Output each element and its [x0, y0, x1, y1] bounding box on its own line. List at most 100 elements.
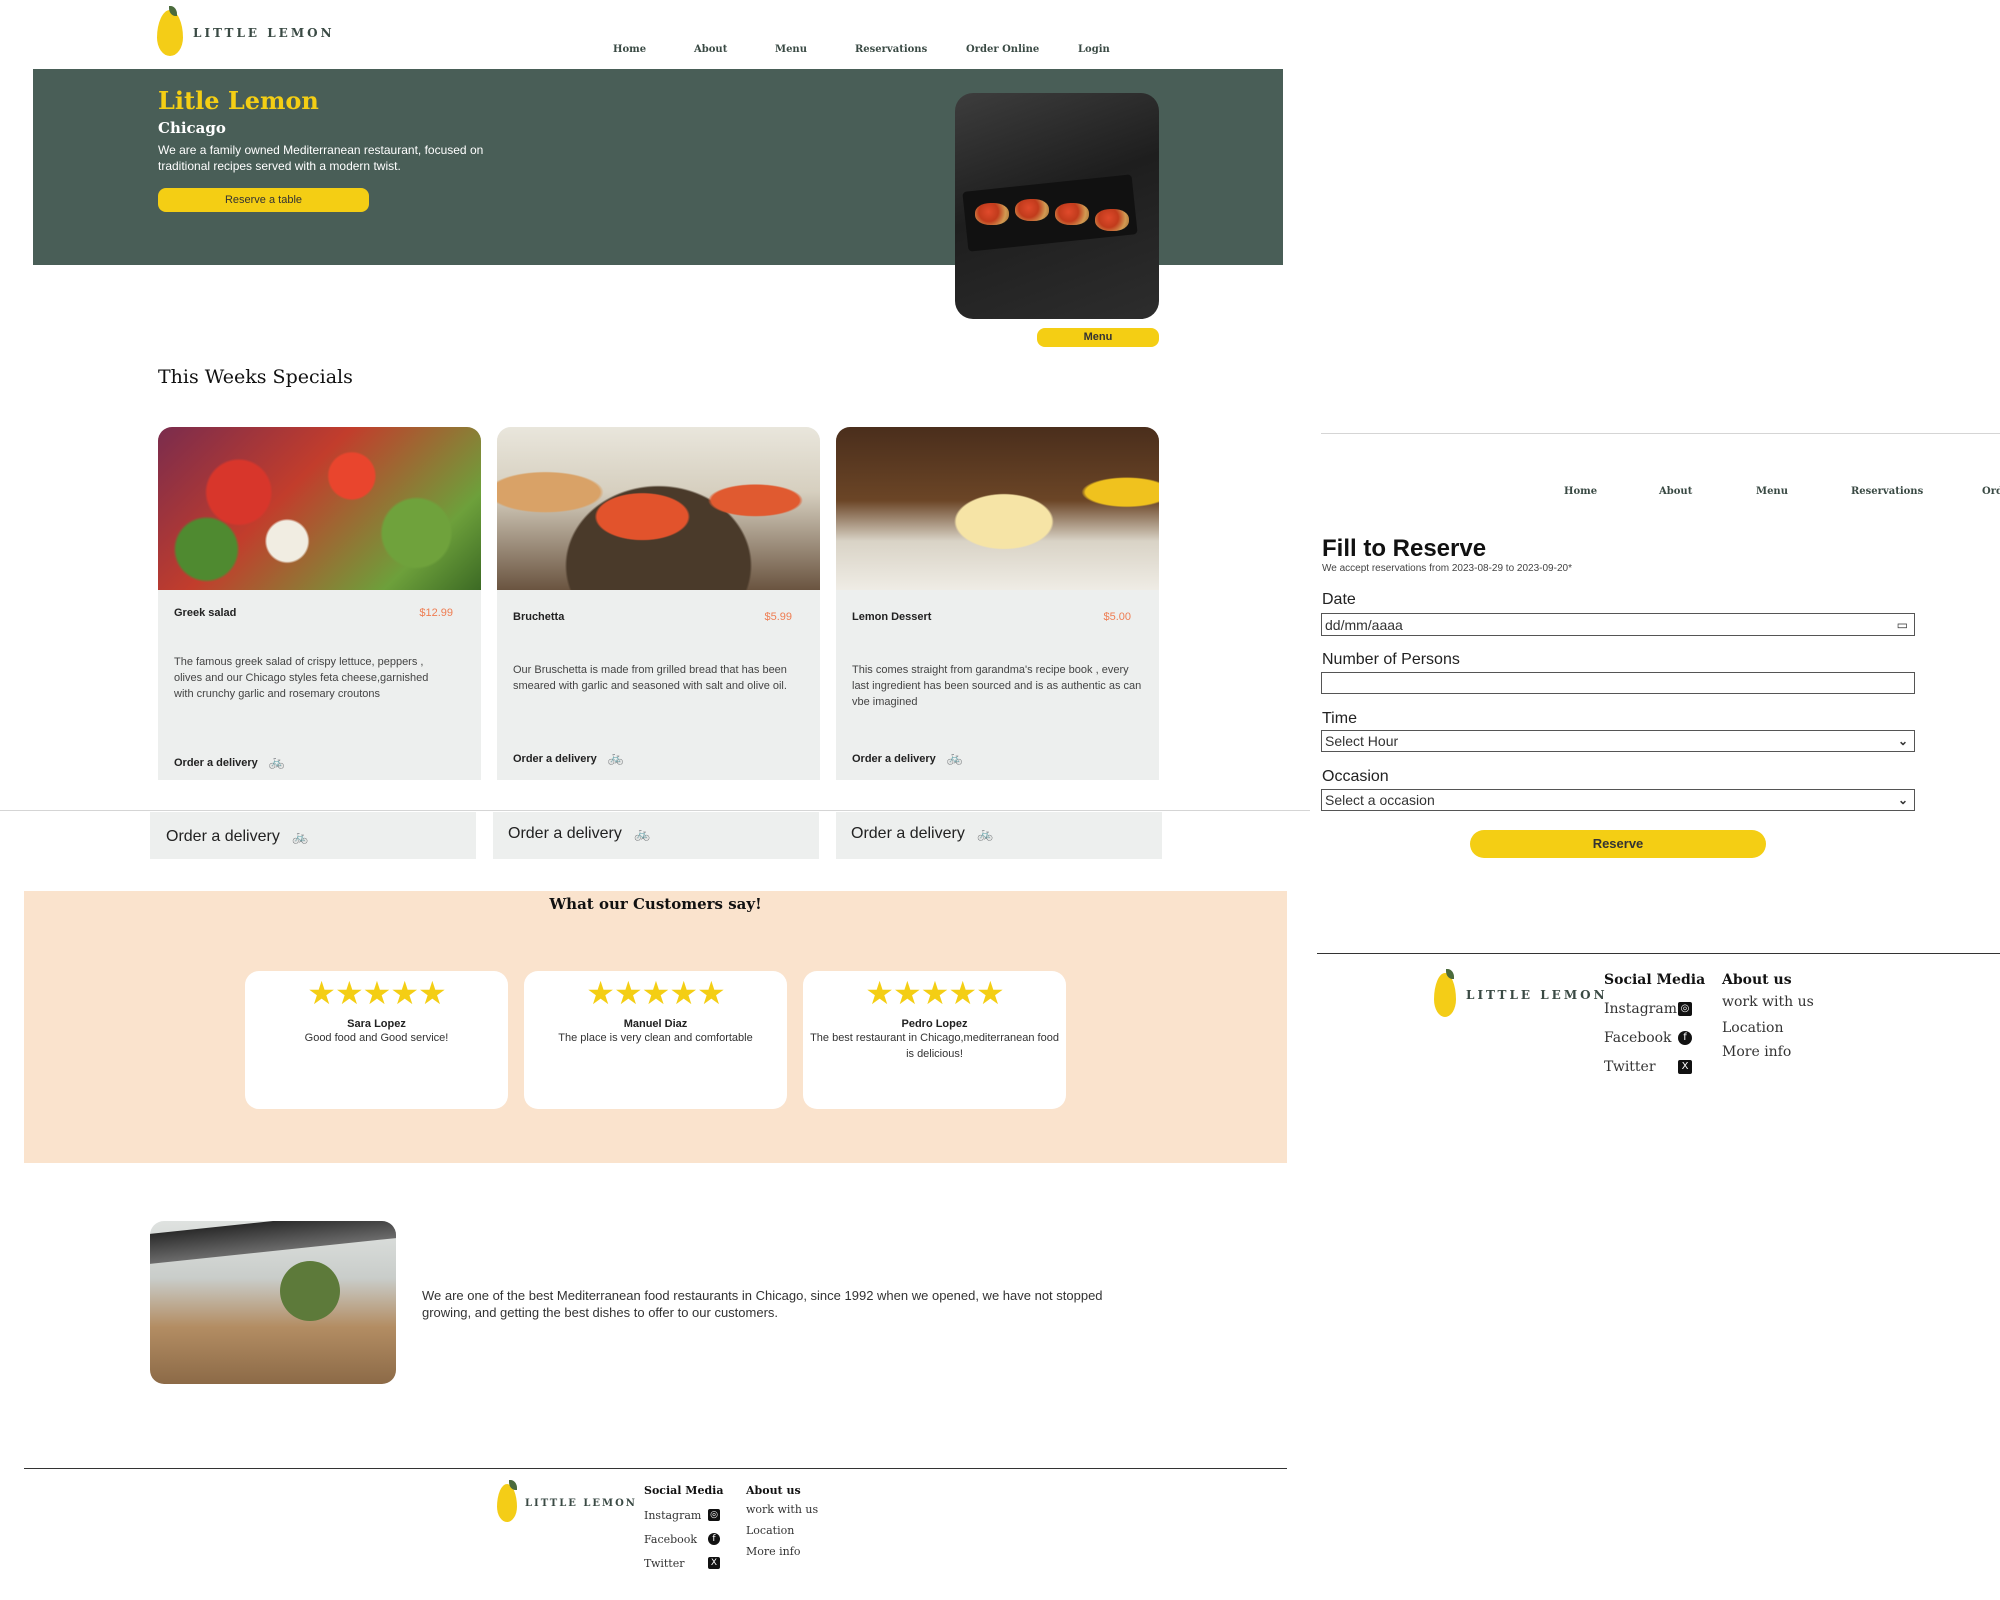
order-strip-1[interactable]: Order a delivery 🚲 — [150, 812, 476, 859]
nav-about[interactable]: About — [1659, 486, 1692, 497]
testimonial-card: ★★★★★ Pedro Lopez The best restaurant in… — [803, 971, 1066, 1109]
order-delivery-link[interactable]: Order a delivery 🚲 — [174, 754, 285, 770]
footer-logo[interactable]: LITTLE LEMON — [497, 1480, 637, 1522]
instagram-icon: ◎ — [708, 1509, 720, 1521]
testimonial-text: The best restaurant in Chicago,mediterra… — [810, 1032, 1059, 1060]
order-delivery-label: Order a delivery — [851, 825, 965, 842]
umbrella-shape — [150, 1221, 396, 1264]
time-label: Time — [1322, 710, 1357, 727]
order-delivery-link[interactable]: Order a delivery 🚲 — [851, 825, 993, 843]
social-twitter[interactable]: Twitter X — [644, 1551, 720, 1575]
reservation-top-divider — [1321, 433, 2000, 434]
card-title: Lemon Dessert — [852, 611, 932, 623]
nav-reservations[interactable]: Reservations — [855, 44, 927, 55]
social-label: Facebook — [644, 1532, 698, 1546]
testimonial-card: ★★★★★ Sara Lopez Good food and Good serv… — [245, 971, 508, 1109]
testimonials-heading: What our Customers say! — [549, 895, 762, 913]
hero-description: We are a family owned Mediterranean rest… — [158, 143, 484, 173]
reserve-submit-button[interactable]: Reserve — [1470, 830, 1766, 858]
social-twitter[interactable]: Twitter X — [1604, 1052, 1692, 1081]
nav-order-online[interactable]: Ord — [1982, 486, 2000, 497]
social-label: Instagram — [644, 1508, 702, 1522]
footer-about: About us work with us Location More info — [746, 1484, 818, 1566]
calendar-icon[interactable]: ▭ — [1897, 618, 1908, 632]
social-label: Facebook — [1604, 1029, 1672, 1046]
social-facebook[interactable]: Facebook f — [644, 1527, 720, 1551]
bicycle-icon: 🚲 — [946, 750, 964, 765]
nav-order-online[interactable]: Order Online — [966, 44, 1039, 55]
date-placeholder: dd/mm/aaaa — [1325, 616, 1403, 633]
order-strip-2[interactable]: Order a delivery 🚲 — [493, 812, 819, 859]
card-price: $5.99 — [764, 611, 792, 623]
footer-link-work[interactable]: work with us — [1722, 994, 1814, 1020]
page-divider — [0, 810, 1310, 811]
order-delivery-link[interactable]: Order a delivery 🚲 — [508, 825, 650, 843]
testimonial-text: The place is very clean and comfortable — [558, 1032, 753, 1044]
footer-link-more-info[interactable]: More info — [1722, 1044, 1814, 1068]
special-card-bruchetta[interactable]: Bruchetta $5.99 Our Bruschetta is made f… — [497, 427, 820, 780]
reserve-table-button[interactable]: Reserve a table — [158, 188, 369, 212]
social-facebook[interactable]: Facebook f — [1604, 1023, 1692, 1052]
order-strip-3[interactable]: Order a delivery 🚲 — [836, 812, 1162, 859]
persons-input[interactable] — [1321, 672, 1915, 694]
specials-heading: This Weeks Specials — [158, 366, 353, 388]
date-label: Date — [1322, 591, 1356, 608]
nav-home[interactable]: Home — [613, 44, 646, 55]
order-delivery-link[interactable]: Order a delivery 🚲 — [513, 750, 624, 766]
nav-menu[interactable]: Menu — [1756, 486, 1788, 497]
card-description: Our Bruschetta is made from grilled brea… — [513, 664, 787, 692]
menu-button[interactable]: Menu — [1037, 328, 1159, 347]
occasion-select-value: Select a occasion — [1325, 792, 1435, 808]
footer-link-location[interactable]: Location — [746, 1524, 818, 1545]
social-label: Instagram — [1604, 1000, 1677, 1017]
social-instagram[interactable]: Instagram ◎ — [1604, 994, 1692, 1023]
lemon-logo-icon — [1434, 969, 1456, 1017]
footer-logo[interactable]: LITTLE LEMON — [1434, 969, 1608, 1017]
about-heading: About us — [746, 1484, 801, 1497]
nav-login[interactable]: Login — [1078, 44, 1110, 55]
hero-photo — [955, 93, 1159, 319]
nav-about[interactable]: About — [694, 44, 727, 55]
hero-title: Litle Lemon — [158, 86, 319, 115]
bruschetta-bite — [1095, 209, 1129, 231]
time-select[interactable]: Select Hour ⌄ — [1321, 730, 1915, 752]
footer-divider — [1317, 953, 2000, 954]
restaurant-interior-image — [150, 1221, 396, 1384]
order-delivery-label: Order a delivery — [852, 753, 936, 765]
order-delivery-label: Order a delivery — [174, 757, 258, 769]
social-heading: Social Media — [644, 1484, 724, 1497]
card-price: $12.99 — [419, 607, 453, 619]
about-text: We are one of the best Mediterranean foo… — [422, 1288, 1103, 1320]
footer-link-more-info[interactable]: More info — [746, 1545, 818, 1566]
about-heading: About us — [1722, 972, 1792, 988]
chevron-down-icon: ⌄ — [1897, 793, 1908, 807]
order-delivery-link[interactable]: Order a delivery 🚲 — [852, 750, 963, 766]
tree-shape — [280, 1261, 340, 1321]
special-card-greek-salad[interactable]: Greek salad $12.99 The famous greek sala… — [158, 427, 481, 780]
nav-menu[interactable]: Menu — [775, 44, 807, 55]
testimonial-name: Manuel Diaz — [623, 1018, 688, 1030]
special-card-lemon-dessert[interactable]: Lemon Dessert $5.00 This comes straight … — [836, 427, 1159, 780]
footer-link-location[interactable]: Location — [1722, 1020, 1814, 1044]
footer-link-work[interactable]: work with us — [746, 1503, 818, 1524]
reservation-note: We accept reservations from 2023-08-29 t… — [1322, 563, 1572, 574]
star-icon: ★★★★★ — [586, 975, 725, 1011]
occasion-select[interactable]: Select a occasion ⌄ — [1321, 789, 1915, 811]
x-twitter-icon: X — [708, 1557, 720, 1569]
nav-reservations[interactable]: Reservations — [1851, 486, 1923, 497]
date-input[interactable]: dd/mm/aaaa ▭ — [1321, 613, 1915, 636]
bicycle-icon: 🚲 — [634, 826, 651, 841]
nav-home[interactable]: Home — [1564, 486, 1597, 497]
social-instagram[interactable]: Instagram ◎ — [644, 1503, 720, 1527]
header-logo[interactable]: LITTLE LEMON — [157, 6, 335, 56]
card-title: Bruchetta — [513, 611, 565, 623]
bruschetta-bite — [1015, 199, 1049, 221]
lemon-logo-icon — [497, 1480, 517, 1522]
footer-divider — [24, 1468, 1287, 1469]
greek-salad-image — [158, 427, 481, 590]
card-title: Greek salad — [174, 607, 237, 619]
order-delivery-link[interactable]: Order a delivery 🚲 — [166, 828, 308, 846]
order-delivery-label: Order a delivery — [508, 825, 622, 842]
facebook-icon: f — [708, 1533, 720, 1545]
testimonial-name: Pedro Lopez — [901, 1018, 968, 1030]
